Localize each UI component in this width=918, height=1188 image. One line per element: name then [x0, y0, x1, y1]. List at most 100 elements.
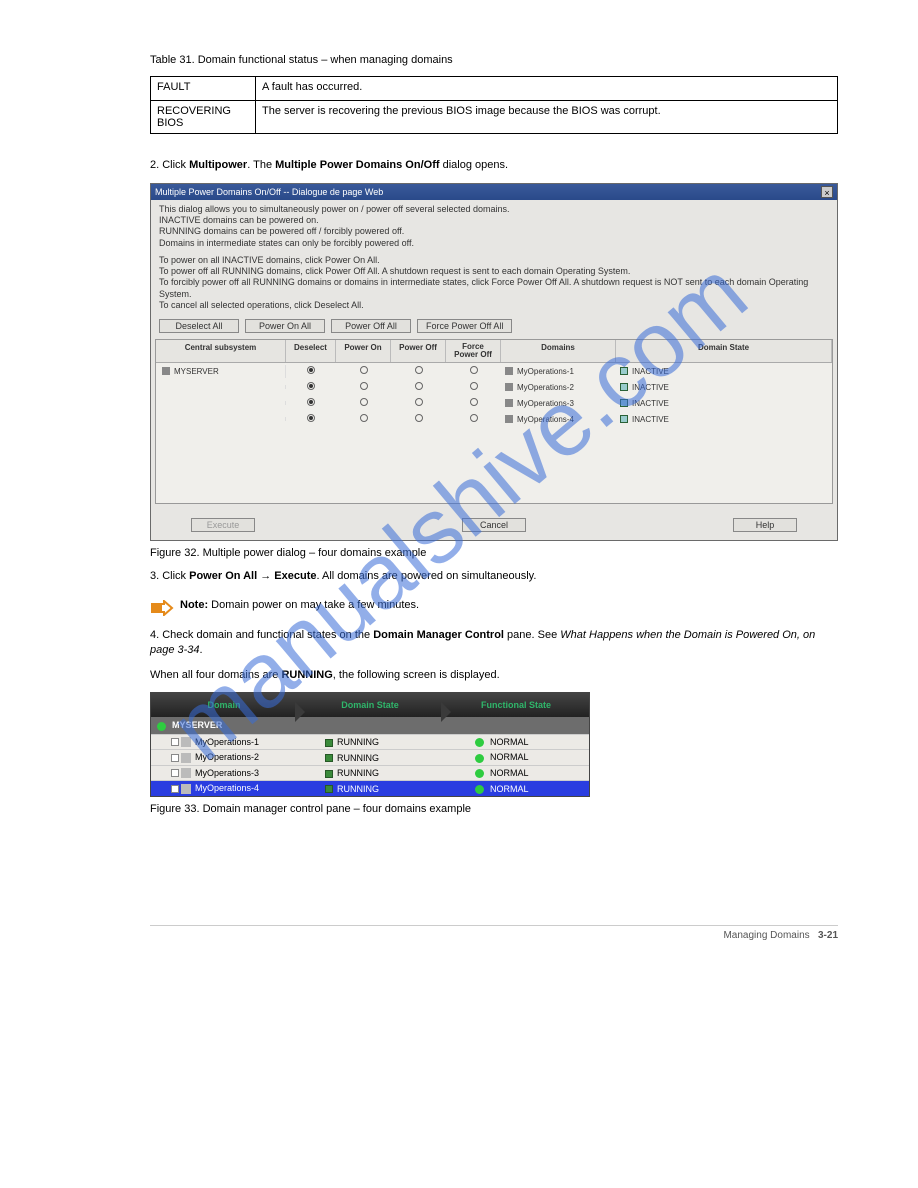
- dialog-grid: Central subsystem Deselect Power On Powe…: [155, 339, 833, 504]
- os-icon: [181, 753, 191, 763]
- state-icon: [325, 754, 333, 762]
- domain-row[interactable]: MyOperations-3 RUNNING NORMAL: [151, 765, 589, 781]
- pointing-hand-icon: [150, 600, 170, 614]
- step-text: When all four domains are RUNNING, the f…: [150, 668, 838, 683]
- domain-row[interactable]: MyOperations-2 RUNNING NORMAL: [151, 749, 589, 765]
- domain-cell: MyOperations-1: [501, 365, 616, 378]
- step-text: 2. Click Multipower. The Multiple Power …: [150, 158, 838, 173]
- figure-caption: Figure 32. Multiple power dialog – four …: [150, 547, 838, 559]
- radio-poweron[interactable]: [360, 398, 368, 406]
- server-icon: [162, 367, 170, 375]
- status-dot-icon: [475, 769, 484, 778]
- panel-header: Domain Domain State Functional State: [151, 693, 589, 717]
- state-icon: [325, 770, 333, 778]
- step-text: 4. Check domain and functional states on…: [150, 628, 838, 658]
- domain-row-selected[interactable]: MyOperations-4 RUNNING NORMAL: [151, 780, 589, 796]
- radio-deselect[interactable]: [307, 398, 315, 406]
- help-button[interactable]: Help: [733, 518, 797, 532]
- domain-icon: [505, 383, 513, 391]
- domain-icon: [505, 399, 513, 407]
- tree-icon: [171, 738, 179, 746]
- status-dot-icon: [475, 738, 484, 747]
- tab-domain-state[interactable]: Domain State: [297, 700, 443, 710]
- tree-icon: [171, 785, 179, 793]
- cancel-button[interactable]: Cancel: [462, 518, 526, 532]
- panel-body: MYSERVER MyOperations-1 RUNNING NORMAL M…: [151, 717, 589, 796]
- radio-deselect[interactable]: [307, 366, 315, 374]
- radio-force[interactable]: [470, 398, 478, 406]
- radio-poweroff[interactable]: [415, 366, 423, 374]
- step-text: 3. Click Power On All → Execute. All dom…: [150, 569, 838, 584]
- radio-poweron[interactable]: [360, 366, 368, 374]
- server-row[interactable]: MYSERVER: [151, 717, 589, 733]
- radio-poweroff[interactable]: [415, 398, 423, 406]
- os-icon: [181, 768, 191, 778]
- radio-deselect[interactable]: [307, 382, 315, 390]
- os-icon: [181, 784, 191, 794]
- radio-poweron[interactable]: [360, 414, 368, 422]
- status-name: FAULT: [151, 77, 256, 101]
- table-row: RECOVERING BIOS The server is recovering…: [151, 101, 838, 134]
- table-caption: Table 31. Domain functional status – whe…: [150, 54, 838, 66]
- col-poweron: Power On: [336, 340, 391, 362]
- status-desc: The server is recovering the previous BI…: [256, 101, 838, 134]
- os-icon: [181, 737, 191, 747]
- grid-row: MYSERVER MyOperations-1 INACTIVE: [156, 363, 832, 379]
- tree-icon: [171, 769, 179, 777]
- radio-deselect[interactable]: [307, 414, 315, 422]
- grid-row: MyOperations-4 INACTIVE: [156, 411, 832, 427]
- radio-poweroff[interactable]: [415, 382, 423, 390]
- col-domains: Domains: [501, 340, 616, 362]
- force-power-off-all-button[interactable]: Force Power Off All: [417, 319, 512, 333]
- domain-manager-panel: Domain Domain State Functional State MYS…: [150, 692, 590, 797]
- state-icon: [620, 399, 628, 407]
- state-icon: [325, 739, 333, 747]
- deselect-all-button[interactable]: Deselect All: [159, 319, 239, 333]
- multiple-power-dialog: Multiple Power Domains On/Off -- Dialogu…: [150, 183, 838, 541]
- domain-icon: [505, 415, 513, 423]
- status-name: RECOVERING BIOS: [151, 101, 256, 134]
- state-cell: INACTIVE: [616, 365, 832, 378]
- power-on-all-button[interactable]: Power On All: [245, 319, 325, 333]
- table-row: FAULT A fault has occurred.: [151, 77, 838, 101]
- status-desc: A fault has occurred.: [256, 77, 838, 101]
- status-dot-icon: [157, 722, 166, 731]
- tab-functional-state[interactable]: Functional State: [443, 700, 589, 710]
- server-name: MYSERVER: [156, 365, 286, 378]
- status-dot-icon: [475, 785, 484, 794]
- status-dot-icon: [475, 754, 484, 763]
- grid-header: Central subsystem Deselect Power On Powe…: [156, 340, 832, 363]
- dialog-bottom-buttons: Execute Cancel Help: [151, 506, 837, 540]
- radio-poweron[interactable]: [360, 382, 368, 390]
- radio-force[interactable]: [470, 414, 478, 422]
- state-icon: [620, 367, 628, 375]
- note-label: Note:: [180, 599, 208, 611]
- power-off-all-button[interactable]: Power Off All: [331, 319, 411, 333]
- col-force: ForcePower Off: [446, 340, 501, 362]
- execute-button[interactable]: Execute: [191, 518, 255, 532]
- grid-row: MyOperations-2 INACTIVE: [156, 379, 832, 395]
- col-deselect: Deselect: [286, 340, 336, 362]
- dialog-top-buttons: Deselect All Power On All Power Off All …: [151, 315, 837, 337]
- state-icon: [620, 415, 628, 423]
- state-icon: [620, 383, 628, 391]
- dialog-titlebar: Multiple Power Domains On/Off -- Dialogu…: [151, 184, 837, 200]
- radio-poweroff[interactable]: [415, 414, 423, 422]
- dialog-title: Multiple Power Domains On/Off -- Dialogu…: [155, 187, 383, 197]
- grid-body: MYSERVER MyOperations-1 INACTIVE MyOpera…: [156, 363, 832, 503]
- tab-domain[interactable]: Domain: [151, 700, 297, 710]
- note-block: Note: Domain power on may take a few min…: [150, 598, 838, 614]
- radio-force[interactable]: [470, 366, 478, 374]
- status-definitions-table: FAULT A fault has occurred. RECOVERING B…: [150, 76, 838, 134]
- close-icon[interactable]: ×: [821, 186, 833, 198]
- tree-icon: [171, 754, 179, 762]
- page-footer: Managing Domains 3-21: [150, 925, 838, 941]
- domain-icon: [505, 367, 513, 375]
- col-central: Central subsystem: [156, 340, 286, 362]
- figure-caption: Figure 33. Domain manager control pane –…: [150, 803, 838, 815]
- col-poweroff: Power Off: [391, 340, 446, 362]
- radio-force[interactable]: [470, 382, 478, 390]
- state-icon: [325, 785, 333, 793]
- domain-row[interactable]: MyOperations-1 RUNNING NORMAL: [151, 734, 589, 750]
- note-text: Domain power on may take a few minutes.: [211, 599, 419, 611]
